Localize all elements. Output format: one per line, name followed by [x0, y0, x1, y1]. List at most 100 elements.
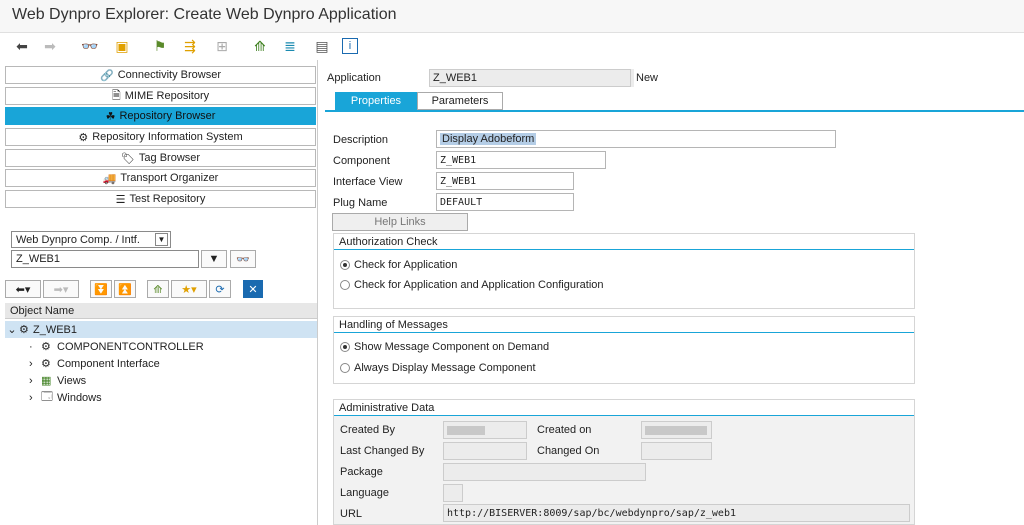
nav-test-repository[interactable]: ☰ Test Repository [5, 190, 316, 208]
nav-label: Repository Information System [92, 131, 243, 143]
hierarchy-button[interactable]: ⟰ [147, 280, 169, 298]
tree-item-componentcontroller[interactable]: · ⚙ COMPONENTCONTROLLER [5, 338, 317, 355]
auth-option-application[interactable]: Check for Application [340, 259, 457, 271]
tree-item-windows[interactable]: › 🗔 Windows [5, 389, 317, 406]
test-icon: ☰ [115, 193, 126, 206]
back-icon[interactable]: ⬅ [12, 36, 32, 56]
nav-repository-information-system[interactable]: ⚙ Repository Information System [5, 128, 316, 146]
transport-icon: 🚚 [102, 172, 117, 185]
url-label: URL [340, 508, 363, 520]
other-object-icon[interactable]: ⚑ [150, 36, 170, 56]
collapse-all-icon: ⏫ [118, 283, 132, 296]
layout-icon[interactable]: ▤ [312, 36, 332, 56]
collapse-all-button[interactable]: ⏫ [114, 280, 136, 298]
last-changed-by-field [443, 442, 527, 460]
last-changed-by-label: Last Changed By [340, 445, 425, 457]
tab-properties[interactable]: Properties [335, 92, 417, 110]
navigation-icon[interactable]: ≣ [280, 36, 300, 56]
nav-mime-repository[interactable]: 🗎 MIME Repository [5, 87, 316, 105]
close-tree-button[interactable]: ✕ [243, 280, 263, 298]
activate-icon[interactable]: ▣ [112, 36, 132, 56]
authorization-title: Authorization Check [334, 234, 914, 250]
msg-option-always[interactable]: Always Display Message Component [340, 362, 536, 374]
mime-icon: 🗎 [111, 89, 121, 102]
connectivity-icon: 🔗 [99, 69, 114, 82]
description-field[interactable]: Display Adobeform [436, 130, 836, 148]
component-field[interactable]: Z_WEB1 [436, 151, 606, 169]
nav-tag-browser[interactable]: 🏷 Tag Browser [5, 149, 316, 167]
expand-all-button[interactable]: ⏬ [90, 280, 112, 298]
radio-selected-icon [340, 260, 350, 270]
hierarchy-icon[interactable]: ⟰ [250, 36, 270, 56]
messages-group: Handling of Messages Show Message Compon… [333, 316, 915, 384]
language-label: Language [340, 487, 389, 499]
nav-connectivity-browser[interactable]: 🔗 Connectivity Browser [5, 66, 316, 84]
tree-back-button[interactable]: ⬅▾ [5, 280, 41, 298]
title-bar: Web Dynpro Explorer: Create Web Dynpro A… [0, 0, 1024, 33]
object-name-value: Z_WEB1 [16, 253, 61, 265]
application-field: Z_WEB1 [429, 69, 631, 87]
nav-transport-organizer[interactable]: 🚚 Transport Organizer [5, 169, 316, 187]
info-icon[interactable]: i [342, 38, 358, 54]
created-on-field [641, 421, 712, 439]
plug-name-field[interactable]: DEFAULT [436, 193, 574, 211]
object-name-input[interactable]: Z_WEB1 [11, 250, 199, 268]
auth-option-label: Check for Application [354, 259, 458, 271]
chevron-right-icon: › [29, 357, 33, 370]
tree-header: Object Name [5, 303, 317, 319]
check-icon[interactable]: ⊞ [212, 36, 232, 56]
plug-name-label: Plug Name [333, 197, 388, 209]
radio-icon [340, 363, 350, 373]
application-field-ext [631, 69, 634, 87]
tree-forward-button[interactable]: ➡▾ [43, 280, 79, 298]
tree-item-label: Views [57, 374, 87, 387]
url-field: http://BISERVER:8009/sap/bc/webdynpro/sa… [443, 504, 910, 522]
tree-item-views[interactable]: › ▦ Views [5, 372, 317, 389]
expand-all-icon: ⏬ [94, 283, 108, 296]
tree-item-component-interface[interactable]: › ⚙ Component Interface [5, 355, 317, 372]
tab-underline [325, 110, 1024, 112]
bullet-icon: · [29, 340, 33, 353]
created-on-label: Created on [537, 424, 592, 436]
chevron-down-icon: ⌄ [7, 324, 17, 336]
tree-root[interactable]: ⌄ ⚙ Z_WEB1 [5, 321, 317, 338]
nav-label: Transport Organizer [120, 172, 219, 184]
authorization-group: Authorization Check Check for Applicatio… [333, 233, 915, 309]
tree-item-label: COMPONENTCONTROLLER [57, 340, 204, 353]
dropdown-button[interactable]: ▼ [201, 250, 227, 268]
nav-label: Repository Browser [119, 110, 216, 122]
close-icon: ✕ [248, 283, 258, 296]
controller-icon: ⚙ [41, 341, 51, 353]
refresh-button[interactable]: ⟳ [209, 280, 231, 298]
msg-option-label: Always Display Message Component [354, 362, 536, 374]
description-label: Description [333, 134, 389, 146]
auth-option-application-config[interactable]: Check for Application and Application Co… [340, 279, 604, 291]
glasses-icon: 👓 [236, 253, 250, 266]
changed-on-field [641, 442, 712, 460]
msg-option-on-demand[interactable]: Show Message Component on Demand [340, 341, 549, 353]
created-by-field [443, 421, 527, 439]
tree-item-label: Component Interface [57, 357, 160, 370]
description-value: Display Adobeform [440, 133, 537, 145]
object-type-select[interactable]: Web Dynpro Comp. / Intf. ▼ [11, 231, 171, 248]
nav-repository-browser[interactable]: ☘ Repository Browser [5, 107, 316, 125]
component-label: Component [333, 155, 390, 167]
favorites-button[interactable]: ★▾ [171, 280, 207, 298]
chevron-down-icon: ▼ [208, 253, 220, 265]
tab-parameters[interactable]: Parameters [417, 92, 503, 110]
interface-view-field[interactable]: Z_WEB1 [436, 172, 574, 190]
forward-icon[interactable]: ➡ [40, 36, 60, 56]
status-text: New [636, 72, 659, 84]
display-change-icon[interactable]: 👓 [80, 36, 100, 56]
repository-icon: ☘ [105, 110, 116, 123]
help-links-button[interactable]: Help Links [332, 213, 468, 231]
star-icon: ★▾ [181, 283, 197, 296]
display-button[interactable]: 👓 [230, 250, 256, 268]
package-field [443, 463, 646, 481]
where-used-icon[interactable]: ⇶ [180, 36, 200, 56]
object-type-value: Web Dynpro Comp. / Intf. [16, 233, 140, 246]
chevron-down-icon[interactable]: ▼ [155, 233, 168, 246]
redacted-value [645, 425, 707, 435]
nav-label: Tag Browser [138, 152, 201, 164]
admin-title: Administrative Data [334, 400, 914, 416]
